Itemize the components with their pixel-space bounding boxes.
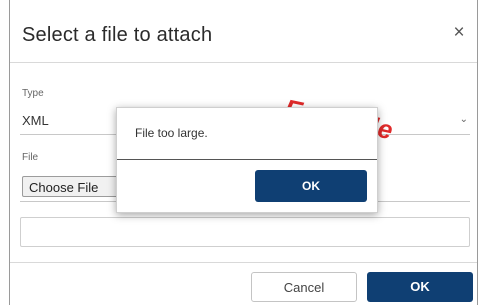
file-label: File [22,152,39,163]
close-icon[interactable]: × [450,22,468,44]
type-select-value: XML [22,113,49,128]
alert-divider [117,159,377,160]
alert-dialog: File too large. OK [116,107,378,213]
dialog-left-border [9,0,10,305]
alert-ok-button[interactable]: OK [255,170,367,202]
footer-divider [10,262,477,263]
type-label: Type [22,88,44,99]
choose-file-button[interactable]: Choose File [22,176,122,197]
ok-button[interactable]: OK [367,272,473,302]
title-divider [10,62,477,63]
cancel-button[interactable]: Cancel [251,272,357,302]
filename-input[interactable] [20,217,470,247]
chevron-down-icon: ⌄ [459,114,468,125]
dialog-window: Select a file to attach × Type XML ⌄ Exa… [0,0,479,305]
alert-message: File too large. [135,126,208,140]
dialog-title: Select a file to attach [22,24,213,46]
dialog-right-border [477,0,478,305]
